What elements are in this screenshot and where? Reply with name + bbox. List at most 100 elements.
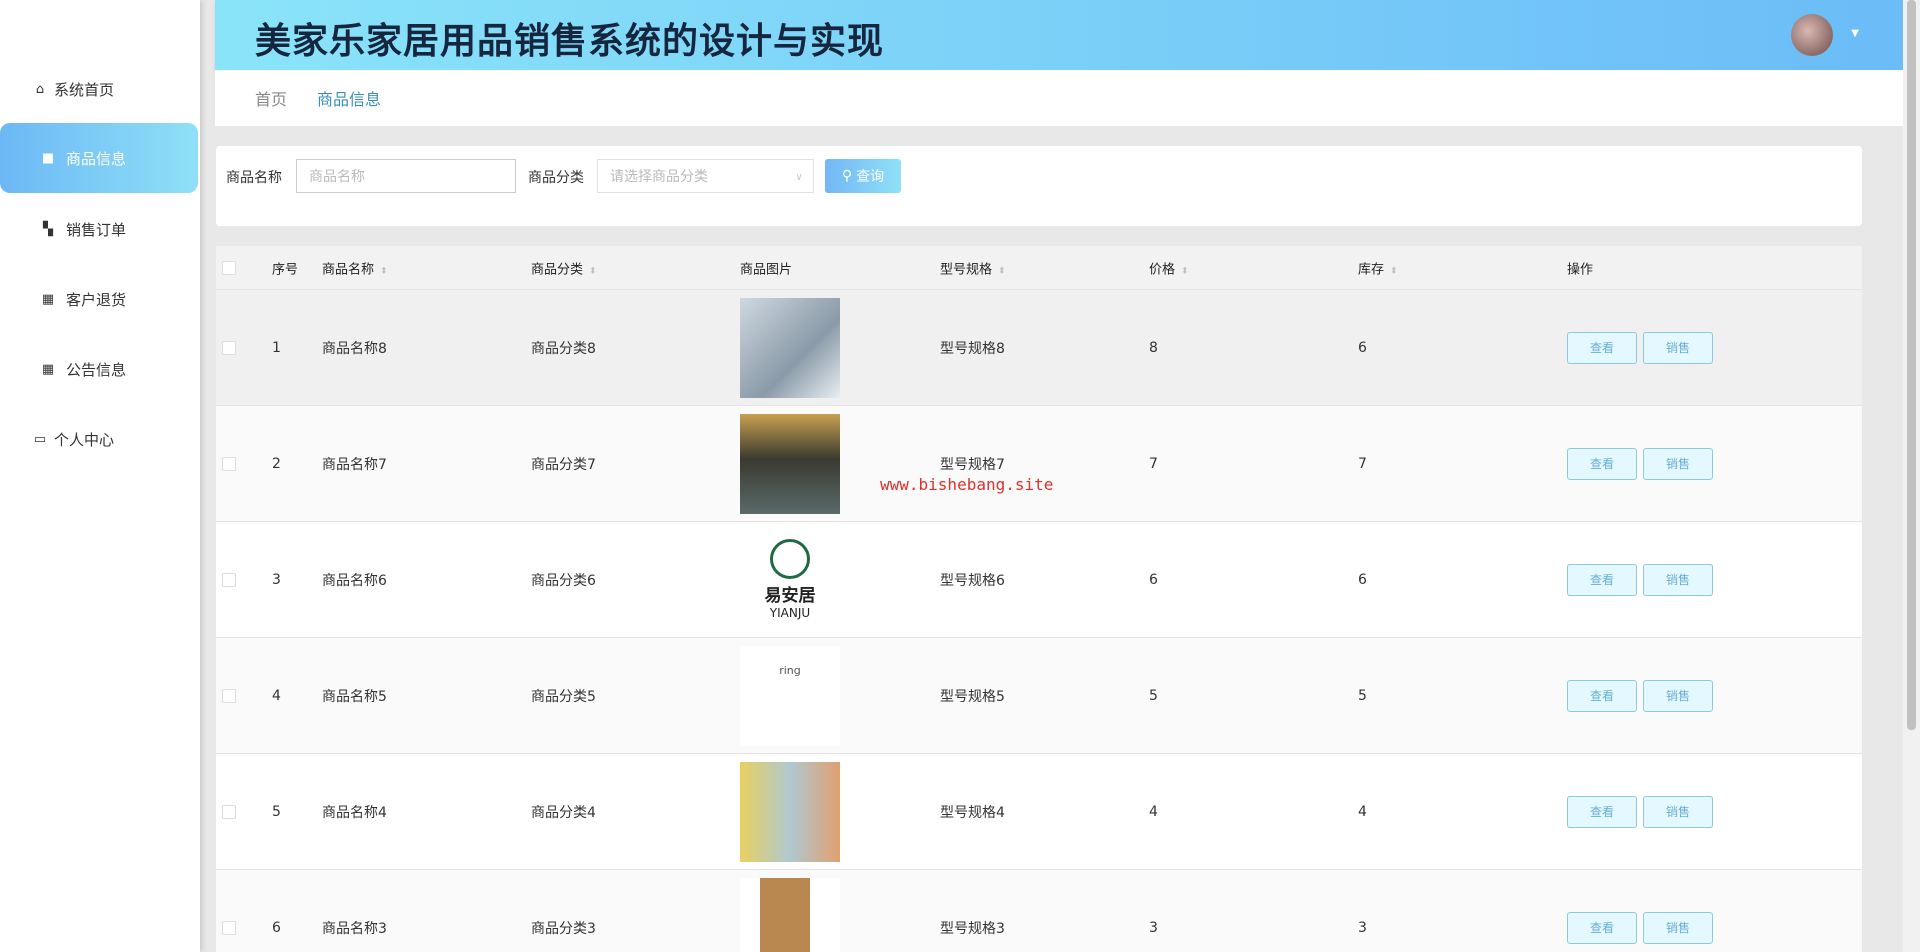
cell-price: 5 [1149,687,1158,704]
breadcrumb-home[interactable]: 首页 [255,86,287,110]
sidebar-item-label: 个人中心 [54,430,115,449]
col-name[interactable]: 商品名称 ⬍ [322,258,388,277]
cell-category: 商品分类8 [531,340,596,357]
cell-category: 商品分类3 [531,920,596,937]
product-image[interactable] [740,413,840,514]
sell-button[interactable]: 销售 [1643,911,1713,944]
table-row: 5 商品名称4 商品分类4 型号规格4 4 4 查看 销售 [216,754,1862,870]
col-actions: 操作 [1567,262,1594,277]
view-button[interactable]: 查看 [1567,911,1637,944]
cell-no: 1 [272,339,281,356]
sell-button[interactable]: 销售 [1643,679,1713,712]
category-label: 商品分类 [528,170,584,186]
avatar[interactable] [1791,14,1833,56]
col-price[interactable]: 价格 ⬍ [1149,258,1189,277]
cell-stock: 6 [1358,571,1367,588]
name-input[interactable]: 商品名称 [296,159,516,193]
cell-no: 3 [272,571,281,588]
sidebar-item-products[interactable]: ■ 商品信息 [0,123,198,193]
table-row: 3 商品名称6 商品分类6 易安居 YIANJU 型号规格6 6 6 查看 销售 [216,522,1862,638]
col-label: 库存 [1358,262,1385,277]
chevron-down-icon[interactable]: ▼ [1851,28,1859,39]
search-panel: 商品名称 商品名称 商品分类 请选择商品分类 ∨ ⚲ 查询 [216,146,1862,226]
scrollbar[interactable] [1903,0,1920,952]
cell-spec: 型号规格4 [940,804,1005,821]
scrollbar-thumb[interactable] [1907,0,1916,730]
col-no: 序号 [272,262,299,277]
cell-spec: 型号规格8 [940,340,1005,357]
category-placeholder: 请选择商品分类 [610,169,708,185]
sort-icon[interactable]: ⬍ [1390,266,1398,276]
table-header: 序号 商品名称 ⬍ 商品分类 ⬍ 商品图片 型号规格 ⬍ 价格 ⬍ 库存 ⬍ 操作 [216,246,1862,290]
view-button[interactable]: 查看 [1567,795,1637,828]
category-select[interactable]: 请选择商品分类 ∨ [597,159,814,193]
sidebar-item-profile[interactable]: ▭ 个人中心 [0,404,198,474]
sidebar-item-notices[interactable]: ▦ 公告信息 [0,334,198,404]
sort-icon[interactable]: ⬍ [998,266,1006,276]
table-row: 6 商品名称3 商品分类3 型号规格3 3 3 查看 销售 [216,870,1862,952]
row-checkbox[interactable] [222,340,236,355]
table-row: 2 商品名称7 商品分类7 型号规格7 7 7 查看 销售 [216,406,1862,522]
product-image[interactable]: 易安居 YIANJU [740,529,840,630]
row-checkbox[interactable] [222,920,236,935]
view-button[interactable]: 查看 [1567,679,1637,712]
col-label: 商品分类 [531,262,584,277]
product-image[interactable] [740,297,840,398]
sidebar-item-returns[interactable]: ▦ 客户退货 [0,264,198,334]
logo-mark [770,539,810,579]
grid-icon: ▦ [41,291,55,307]
table-row: 4 商品名称5 商品分类5 ring 型号规格5 5 5 查看 销售 [216,638,1862,754]
cell-stock: 4 [1358,803,1367,820]
col-spec[interactable]: 型号规格 ⬍ [940,258,1006,277]
sell-button[interactable]: 销售 [1643,795,1713,828]
row-checkbox[interactable] [222,804,236,819]
sell-button[interactable]: 销售 [1643,563,1713,596]
cell-spec: 型号规格3 [940,920,1005,937]
cell-name: 商品名称7 [322,456,387,473]
name-label: 商品名称 [226,170,282,186]
sidebar-item-home[interactable]: ⌂ 系统首页 [0,54,198,124]
col-category[interactable]: 商品分类 ⬍ [531,258,597,277]
table-row: 1 商品名称8 商品分类8 型号规格8 8 6 查看 销售 [216,290,1862,406]
cell-price: 4 [1149,803,1158,820]
chevron-down-icon: ∨ [794,169,803,183]
card-icon: ▭ [33,431,47,447]
product-image[interactable] [740,761,840,862]
sort-icon[interactable]: ⬍ [589,266,597,276]
cell-category: 商品分类6 [531,572,596,589]
cell-spec: 型号规格5 [940,688,1005,705]
sell-button[interactable]: 销售 [1643,447,1713,480]
product-image[interactable] [740,877,840,952]
cell-price: 6 [1149,571,1158,588]
sort-icon[interactable]: ⬍ [380,266,388,276]
col-stock[interactable]: 库存 ⬍ [1358,258,1398,277]
col-label: 型号规格 [940,262,993,277]
header: 美家乐家居用品销售系统的设计与实现 ▼ [215,0,1903,70]
search-icon: ⚲ [841,168,853,184]
breadcrumb-current: 商品信息 [317,90,382,109]
row-checkbox[interactable] [222,456,236,471]
sort-icon[interactable]: ⬍ [1181,266,1189,276]
view-button[interactable]: 查看 [1567,447,1637,480]
select-all-checkbox[interactable] [222,260,236,275]
sidebar: ⌂ 系统首页 ■ 商品信息 ▚ 销售订单 ▦ 客户退货 ▦ 公告信息 ▭ 个人中心 [0,0,200,952]
grid-icon: ▦ [41,361,55,377]
sidebar-item-label: 销售订单 [66,220,127,239]
breadcrumb: 首页 商品信息 [215,70,1903,126]
view-button[interactable]: 查看 [1567,331,1637,364]
row-checkbox[interactable] [222,688,236,703]
product-table: 序号 商品名称 ⬍ 商品分类 ⬍ 商品图片 型号规格 ⬍ 价格 ⬍ 库存 ⬍ 操作 1 商… [216,246,1862,952]
product-image[interactable]: ring [740,645,840,746]
view-button[interactable]: 查看 [1567,563,1637,596]
sell-button[interactable]: 销售 [1643,331,1713,364]
cell-name: 商品名称6 [322,572,387,589]
query-button[interactable]: ⚲ 查询 [825,159,901,193]
cell-price: 7 [1149,455,1158,472]
cell-name: 商品名称3 [322,920,387,937]
sidebar-item-orders[interactable]: ▚ 销售订单 [0,194,198,264]
row-checkbox[interactable] [222,572,236,587]
cell-name: 商品名称4 [322,804,387,821]
cell-stock: 6 [1358,339,1367,356]
ticket-icon: ▚ [43,221,53,237]
cell-no: 4 [272,687,281,704]
